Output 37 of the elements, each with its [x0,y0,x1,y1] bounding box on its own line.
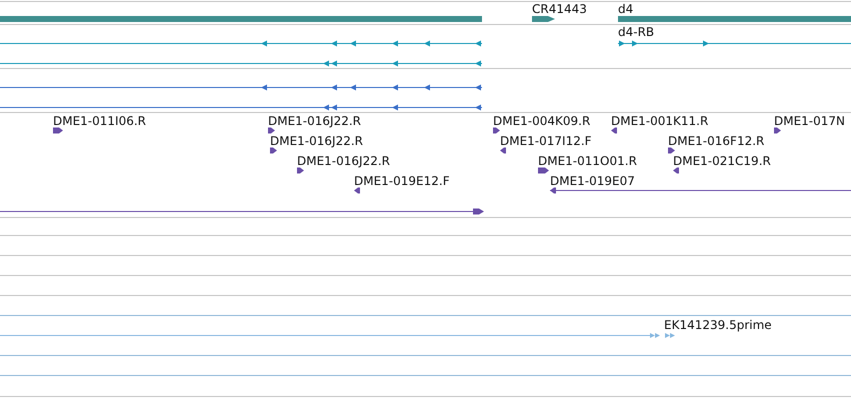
transcript-line[interactable] [0,104,482,110]
est-label: EK141239.5prime [664,318,772,332]
clone-label: DME1-021C19.R [673,154,771,168]
transcript-line[interactable] [0,40,482,46]
transcript-line[interactable] [0,60,482,66]
clone-label: DME1-017N [774,114,846,128]
transcript-line[interactable] [0,84,482,90]
clone-marker[interactable] [493,128,500,134]
clone-label: DME1-016J22.R [297,154,390,168]
gene-bar[interactable] [532,16,555,22]
clone-marker[interactable] [268,128,275,134]
clone-label: DME1-017I12.F [500,134,592,148]
clone-label: DME1-011I06.R [53,114,146,128]
clone-marker[interactable] [668,148,675,154]
clone-marker[interactable] [270,148,277,154]
clone-marker[interactable] [354,188,360,194]
clone-marker[interactable] [297,168,304,174]
clone-label: DME1-016F12.R [668,134,764,148]
gene-label: d4 [618,2,634,16]
clone-marker[interactable] [538,168,549,174]
clone-label: DME1-011O01.R [538,154,637,168]
clone-label: DME1-019E12.F [354,174,450,188]
gene-label: CR41443 [532,2,587,16]
clone-label: DME1-016J22.R [268,114,362,128]
clone-label: DME1-016J22.R [270,134,364,148]
clone-marker[interactable] [611,128,617,134]
clone-marker[interactable] [500,148,506,154]
transcript-line[interactable] [618,40,851,46]
clone-marker[interactable] [0,208,484,214]
clone-label: DME1-001K11.R [611,114,708,128]
clone-marker[interactable] [774,128,781,134]
clone-marker[interactable] [550,188,851,194]
clone-marker[interactable] [673,168,679,174]
clone-marker[interactable] [53,128,63,134]
clone-label: DME1-004K09.R [493,114,590,128]
transcript-label: d4-RB [618,25,654,39]
clone-label: DME1-019E07 [550,174,635,188]
